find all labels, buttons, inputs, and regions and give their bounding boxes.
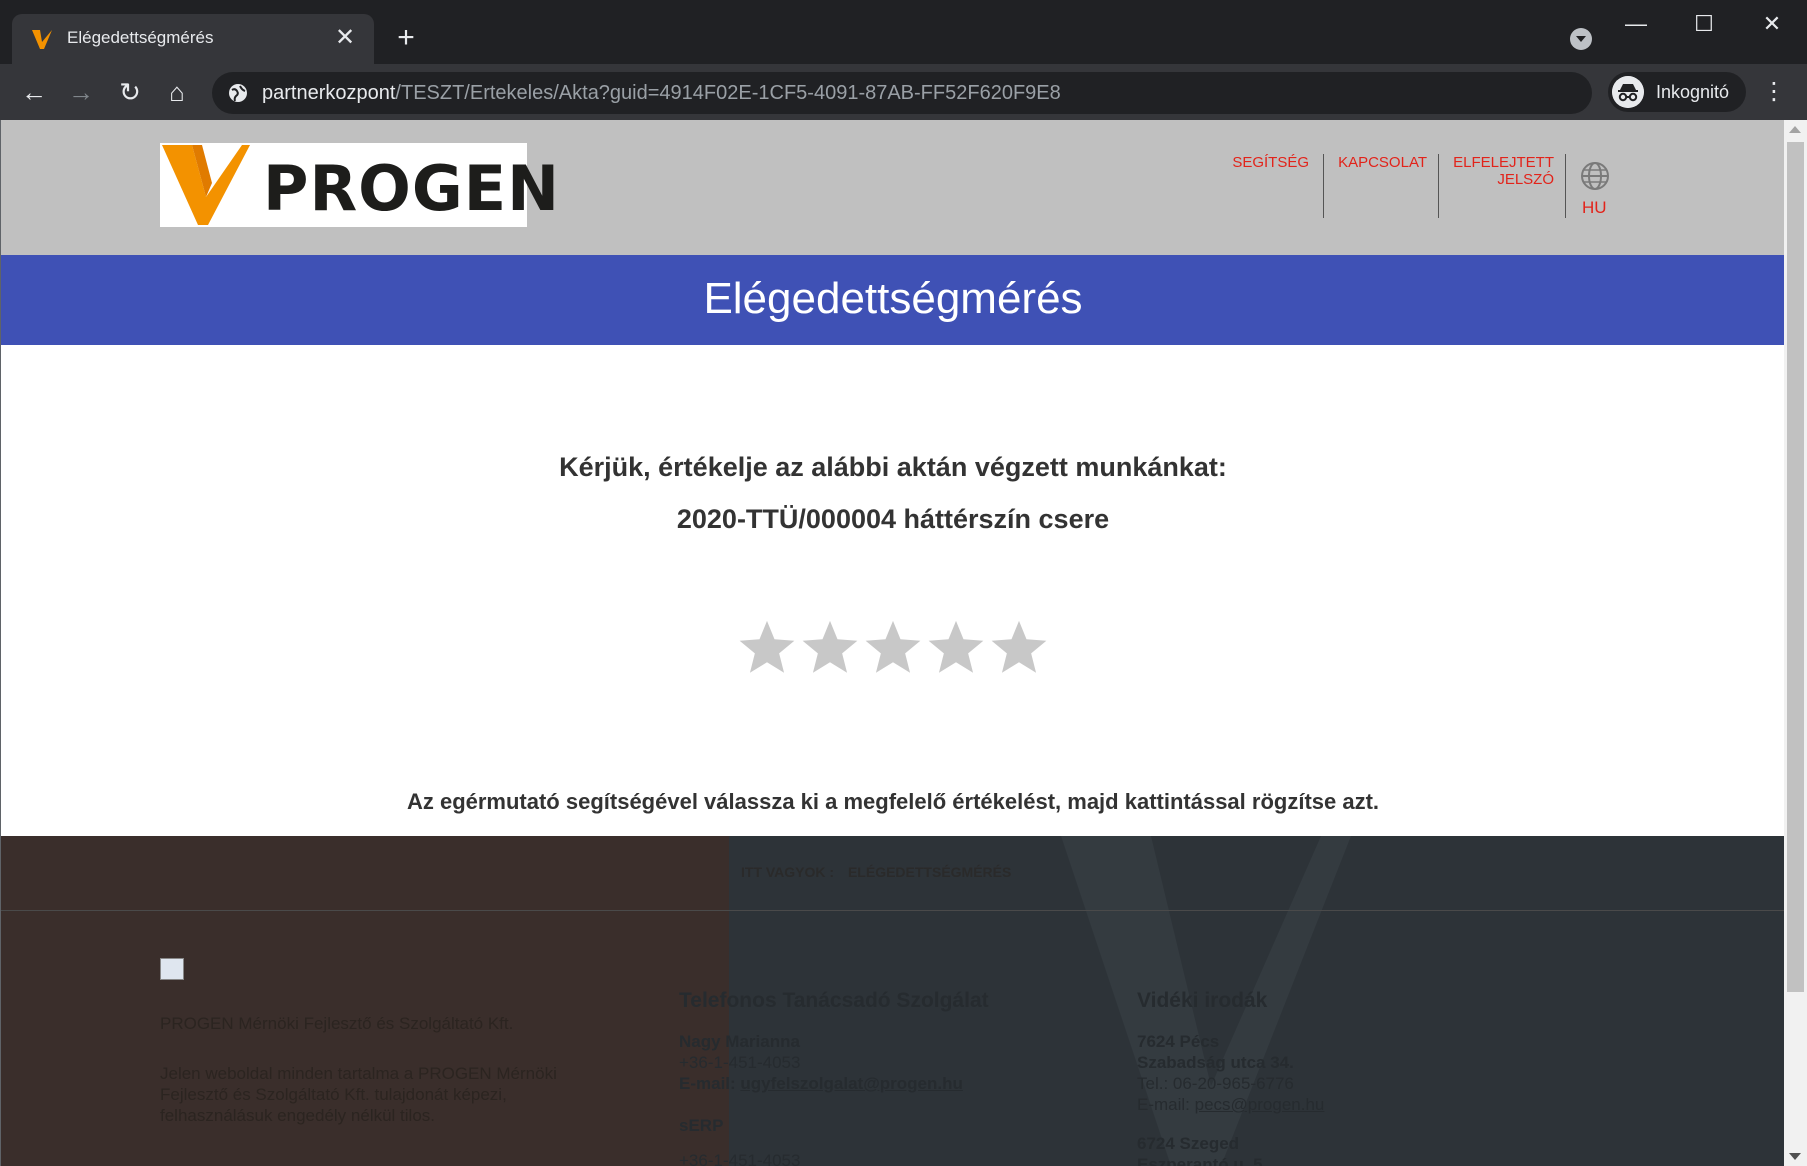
scrollbar-thumb[interactable]: [1787, 142, 1804, 992]
browser-toolbar: ← → ↻ ⌂ partnerkozpont/TESZT/Ertekeles/A…: [0, 64, 1807, 120]
tab-close-icon[interactable]: ✕: [330, 23, 360, 53]
page-title: Elégedettségmérés: [703, 274, 1083, 323]
office1-phone: Tel.: 06-20-965-6776: [1137, 1074, 1294, 1093]
rating-prompt: Kérjük, értékelje az alábbi aktán végzet…: [559, 452, 1227, 482]
url-host: partnerkozpont: [262, 82, 396, 104]
window-maximize-button[interactable]: ☐: [1679, 6, 1729, 42]
progen-logo-mark-icon: [162, 145, 250, 225]
footer-copyright-line3: felhasználásuk engedély nélkül tilos.: [160, 1106, 436, 1125]
tab-title: Elégedettségmérés: [67, 28, 214, 47]
window-minimize-button[interactable]: —: [1611, 6, 1661, 42]
erp-label-text: ERP: [688, 1116, 724, 1135]
rating-star-icon[interactable]: [799, 617, 861, 679]
language-selector[interactable]: HU: [1582, 198, 1607, 218]
address-bar[interactable]: partnerkozpont/TESZT/Ertekeles/Akta?guid…: [212, 72, 1592, 114]
footer-logo-image: [160, 958, 184, 980]
url-text: partnerkozpont/TESZT/Ertekeles/Akta?guid…: [262, 82, 1061, 105]
incognito-profile-button[interactable]: Inkognitó: [1608, 72, 1746, 112]
rating-star-icon[interactable]: [988, 617, 1050, 679]
erp-label: sERP: [679, 1116, 723, 1136]
footer-watermark-icon: [1061, 836, 1351, 1166]
title-banner: Elégedettségmérés: [1, 255, 1784, 345]
nav-forgot-line1[interactable]: ELFELEJTETT: [1439, 154, 1554, 171]
site-header: PROGEN SEGÍTSÉG KAPCSOLAT ELFELEJTETT JE…: [1, 120, 1784, 255]
office2-city: 6724 Szeged: [1137, 1134, 1240, 1153]
progen-logo[interactable]: PROGEN: [160, 143, 559, 227]
nav-contact[interactable]: KAPCSOLAT: [1323, 154, 1427, 218]
nav-help[interactable]: SEGÍTSÉG: [1227, 154, 1309, 218]
breadcrumb-label: ITT VAGYOK :: [741, 864, 835, 880]
footer-copyright-line1: Jelen weboldal minden tartalma a PROGEN …: [160, 1064, 557, 1083]
office1-city: 7624 Pécs: [1137, 1032, 1220, 1051]
back-button[interactable]: ←: [16, 74, 52, 110]
browser-tab-active[interactable]: Elégedettségmérés ✕: [12, 14, 374, 64]
erp-phone: +36-1-451-4053: [679, 1151, 801, 1166]
progen-favicon-icon: [32, 30, 52, 49]
site-info-icon[interactable]: [228, 83, 248, 103]
offices-title: Vidéki irodák: [1137, 989, 1268, 1012]
star-rating[interactable]: [1, 617, 1784, 684]
page-viewport: PROGEN SEGÍTSÉG KAPCSOLAT ELFELEJTETT JE…: [0, 120, 1784, 1166]
url-path: /TESZT/Ertekeles/Akta?guid=4914F02E-1CF5…: [395, 82, 1061, 104]
browser-tab-bar: Elégedettségmérés ✕ + — ☐ ✕: [0, 0, 1807, 64]
rating-instruction: Az egérmutató segítségével válassza ki a…: [406, 789, 1380, 814]
forward-button[interactable]: →: [63, 74, 99, 110]
office1-email-label: E-mail:: [1137, 1095, 1195, 1114]
breadcrumb-current[interactable]: ELÉGEDETTSÉGMÉRÉS: [848, 864, 1011, 880]
footer-copyright-line2: Fejlesztő és Szolgáltató Kft. tulajdonát…: [160, 1085, 507, 1104]
office1-email: E-mail: pecs@progen.hu: [1137, 1095, 1324, 1115]
office1-email-link[interactable]: pecs@progen.hu: [1195, 1095, 1325, 1114]
home-button[interactable]: ⌂: [159, 74, 195, 110]
nav-forgot-line2[interactable]: JELSZÓ: [1439, 171, 1554, 188]
phone-service-title: Telefonos Tanácsadó Szolgálat: [679, 989, 989, 1012]
phone-service-name: Nagy Marianna: [679, 1032, 800, 1051]
footer-company-name: PROGEN Mérnöki Fejlesztő és Szolgáltató …: [160, 1014, 514, 1033]
nav-forgot-password[interactable]: ELFELEJTETT JELSZÓ: [1438, 154, 1554, 218]
case-title: 2020-TTÜ/000004 háttérszín csere: [676, 504, 1110, 534]
nav-contact-link[interactable]: KAPCSOLAT: [1324, 154, 1427, 171]
phone-service-email-label: E-mail:: [679, 1074, 741, 1093]
footer-divider: [1, 910, 1784, 911]
logo-text: PROGEN: [263, 152, 561, 225]
reload-button[interactable]: ↻: [112, 74, 148, 110]
nav-separator: [1565, 154, 1566, 218]
rating-star-icon[interactable]: [862, 617, 924, 679]
scroll-up-arrow-icon[interactable]: [1789, 126, 1801, 133]
rating-star-icon[interactable]: [736, 617, 798, 679]
new-tab-button[interactable]: +: [390, 22, 422, 54]
tab-search-icon[interactable]: [1570, 28, 1592, 50]
page-scrollbar[interactable]: [1784, 120, 1807, 1166]
phone-service-phone: +36-1-451-4053: [679, 1053, 801, 1072]
office2-street: Eszperantó u. 5.: [1137, 1155, 1268, 1166]
office1-street: Szabadság utca 34.: [1137, 1053, 1294, 1072]
nav-help-link[interactable]: SEGÍTSÉG: [1227, 154, 1309, 171]
scroll-down-arrow-icon[interactable]: [1789, 1153, 1801, 1160]
breadcrumb: ITT VAGYOK : ELÉGEDETTSÉGMÉRÉS: [741, 864, 1011, 880]
browser-menu-icon[interactable]: ⋮: [1762, 76, 1786, 108]
phone-service-email-link[interactable]: ugyfelszolgalat@progen.hu: [740, 1074, 962, 1093]
language-globe-icon[interactable]: [1579, 160, 1611, 192]
rating-star-icon[interactable]: [925, 617, 987, 679]
incognito-icon: [1612, 76, 1644, 108]
incognito-label: Inkognitó: [1656, 82, 1730, 102]
window-close-button[interactable]: ✕: [1747, 6, 1797, 42]
phone-service-email: E-mail: ugyfelszolgalat@progen.hu: [679, 1074, 963, 1094]
site-footer: ITT VAGYOK : ELÉGEDETTSÉGMÉRÉS PROGEN Mé…: [1, 836, 1784, 1166]
